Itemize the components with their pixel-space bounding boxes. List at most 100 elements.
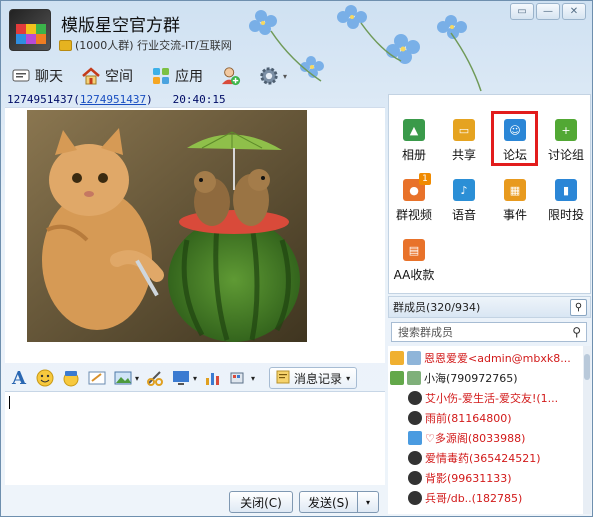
message-sender: 1274951437 — [7, 93, 74, 106]
app-aa-pay-label: AA收款 — [393, 268, 435, 282]
chart-icon[interactable] — [203, 368, 223, 388]
app-album[interactable]: ▲ 相册 — [389, 115, 439, 173]
chat-history[interactable] — [5, 107, 385, 363]
app-event-label: 事件 — [502, 208, 527, 222]
chat-tab-label: 聊天 — [35, 69, 63, 85]
chevron-down-icon: ▾ — [365, 497, 370, 507]
home-icon — [81, 66, 101, 86]
search-icon: ⚲ — [572, 325, 581, 339]
gold-badge-icon — [59, 39, 72, 51]
shake-icon[interactable] — [229, 368, 249, 388]
app-voice[interactable]: ♪ 语音 — [439, 175, 489, 233]
close-window-button[interactable]: ✕ — [562, 3, 586, 20]
send-button[interactable]: 发送(S) — [299, 491, 357, 513]
app-share[interactable]: ▭ 共享 — [439, 115, 489, 173]
admin-icon — [390, 370, 404, 385]
screen-share-icon[interactable] — [171, 368, 191, 388]
bottom-actions: 关闭(C) 发送(S) ▾ — [1, 489, 385, 513]
member-name: ♡多源阁(8033988) — [425, 431, 526, 445]
member-search-placeholder: 搜索群成员 — [398, 326, 453, 339]
app-share-label: 共享 — [451, 148, 476, 162]
chevron-down-icon[interactable]: ▾ — [251, 374, 255, 383]
member-name: 小海(790972765) — [424, 371, 518, 385]
forum-highlight — [491, 111, 538, 166]
chat-icon — [11, 66, 31, 86]
add-contact-button[interactable] — [221, 66, 241, 86]
voice-icon: ♪ — [453, 179, 475, 201]
list-item[interactable]: ♡多源阁(8033988) — [408, 428, 591, 447]
app-discussion-label: 讨论组 — [547, 148, 584, 162]
group-avatar[interactable] — [9, 9, 51, 51]
add-contact-icon — [221, 66, 241, 86]
app-vote[interactable]: ▮ 限时投 — [541, 175, 591, 233]
format-toolbar: A ▾ ▾ ▾ 消息记录 ▾ — [5, 365, 383, 391]
discussion-icon: + — [555, 119, 577, 141]
member-scrollbar[interactable] — [583, 346, 591, 514]
font-icon[interactable]: A — [9, 368, 29, 389]
member-name: 背影(99631133) — [425, 471, 512, 485]
video-badge: 1 — [419, 173, 431, 185]
search-icon[interactable]: ⚲ — [570, 299, 587, 316]
send-options-button[interactable]: ▾ — [357, 491, 379, 513]
screenshot-icon[interactable] — [145, 368, 165, 388]
settings-button[interactable]: ▾ — [259, 66, 287, 86]
member-search-input[interactable]: 搜索群成员 ⚲ — [391, 322, 587, 342]
group-apps: ▲ 相册 ▭ 共享 ☺ 论坛 + 讨论组 ● 1 群视频 ♪ 语音 ▦ 事件 ▮… — [388, 94, 591, 294]
chevron-down-icon: ▾ — [346, 373, 351, 383]
image-icon[interactable] — [113, 368, 133, 388]
app-voice-label: 语音 — [451, 208, 476, 222]
emoji-icon[interactable] — [35, 368, 55, 388]
app-vote-label: 限时投 — [547, 208, 584, 222]
chevron-down-icon[interactable]: ▾ — [193, 374, 197, 383]
scrollbar-thumb[interactable] — [584, 354, 590, 380]
album-icon: ▲ — [403, 119, 425, 141]
apps-icon — [151, 66, 171, 86]
app-aa-pay[interactable]: ▤ AA收款 — [389, 235, 439, 293]
chat-scrollbar[interactable] — [379, 108, 385, 363]
history-icon — [276, 370, 290, 387]
avatar — [408, 390, 422, 405]
message-input[interactable] — [5, 391, 385, 485]
skin-button[interactable]: ▭ — [510, 3, 534, 20]
magic-emoji-icon[interactable] — [61, 368, 81, 388]
members-header: 群成员(320/934) ⚲ — [388, 296, 591, 318]
chat-tab[interactable]: 聊天 — [11, 66, 63, 86]
chevron-down-icon[interactable]: ▾ — [135, 374, 139, 383]
list-item[interactable]: 小海(790972765) — [390, 368, 584, 387]
app-discussion[interactable]: + 讨论组 — [541, 115, 591, 173]
list-item[interactable]: 雨前(81164800) — [408, 408, 591, 427]
space-tab[interactable]: 空间 — [81, 66, 133, 86]
avatar — [408, 450, 422, 465]
close-button[interactable]: 关闭(C) — [229, 491, 293, 513]
message-history-button[interactable]: 消息记录 ▾ — [269, 367, 358, 389]
window-controls: ▭ — ✕ — [510, 3, 586, 20]
list-item[interactable]: 背影(99631133) — [408, 468, 591, 487]
app-video[interactable]: ● 1 群视频 — [389, 173, 439, 233]
member-name: 爱情毒药(365424521) — [425, 451, 541, 465]
app-video-label: 群视频 — [395, 208, 432, 222]
member-list[interactable]: 恩恩爱爱<admin@mbxk8... 小海(790972765) 艾小伤-爱生… — [388, 346, 591, 514]
gear-icon — [259, 66, 279, 86]
folder-icon: ▭ — [453, 119, 475, 141]
list-item[interactable]: 艾小伤-爱生活-爱交友!(1... — [408, 388, 591, 407]
apps-tab[interactable]: 应用 — [151, 66, 203, 86]
right-panel: ▲ 相册 ▭ 共享 ☺ 论坛 + 讨论组 ● 1 群视频 ♪ 语音 ▦ 事件 ▮… — [388, 94, 591, 514]
message-header: 1274951437(1274951437) 20:40:15 — [7, 93, 226, 106]
group-info-text: (1000人群) 行业交流-IT/互联网 — [75, 39, 232, 52]
member-name: 雨前(81164800) — [425, 411, 512, 425]
shared-image[interactable] — [27, 110, 307, 342]
list-item[interactable]: 恩恩爱爱<admin@mbxk8... — [390, 348, 584, 367]
minimize-button[interactable]: — — [536, 3, 560, 20]
sender-link[interactable]: 1274951437 — [80, 93, 146, 106]
video-icon: ● 1 — [403, 173, 431, 201]
space-tab-label: 空间 — [105, 69, 133, 85]
app-event[interactable]: ▦ 事件 — [490, 175, 540, 233]
owner-icon — [390, 350, 404, 365]
list-item[interactable]: 爱情毒药(365424521) — [408, 448, 591, 467]
avatar — [408, 470, 422, 485]
cat-watermelon-image — [27, 110, 307, 342]
vote-icon: ▮ — [555, 179, 577, 201]
list-item[interactable]: 兵哥/db..(182785) — [408, 488, 591, 507]
scribble-icon[interactable] — [87, 368, 107, 388]
chevron-down-icon: ▾ — [283, 71, 288, 81]
